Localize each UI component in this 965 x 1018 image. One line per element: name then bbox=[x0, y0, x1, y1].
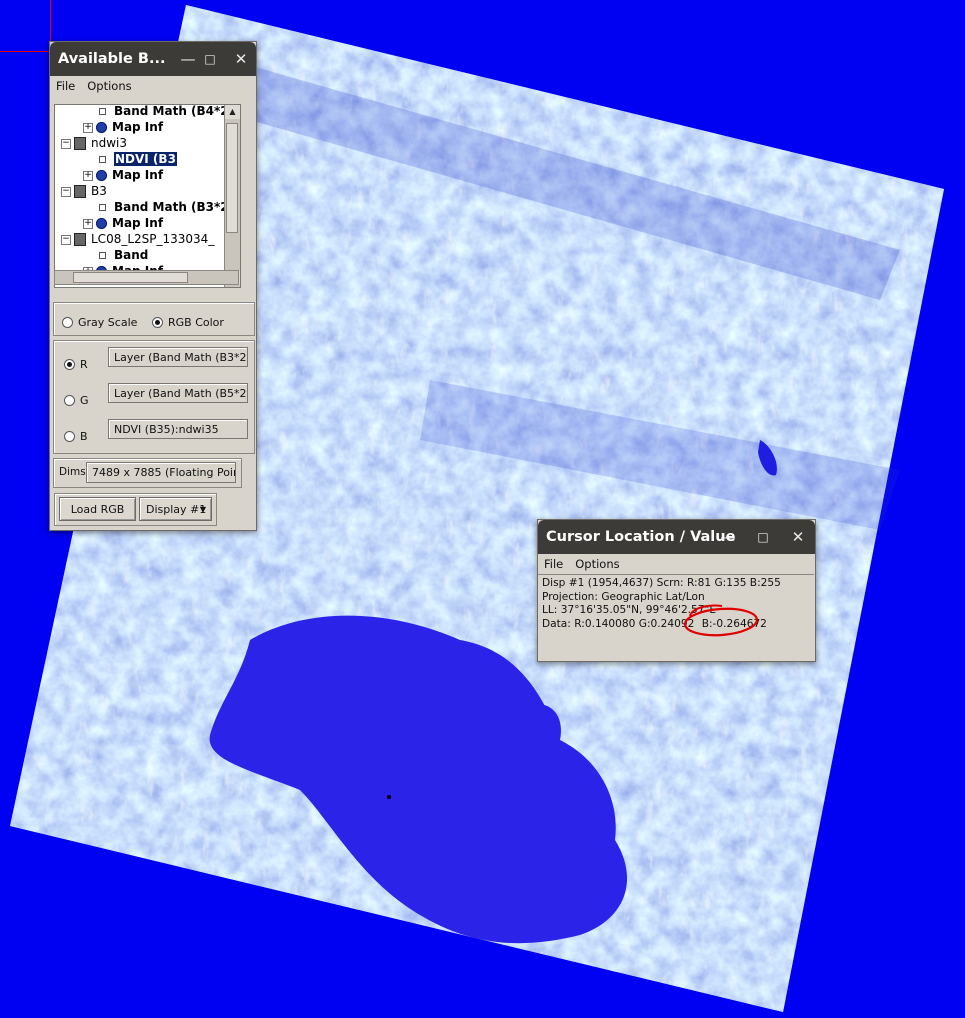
tree-item-ndwi3[interactable]: − ndwi3 bbox=[61, 135, 127, 151]
globe-icon bbox=[96, 218, 107, 229]
cursor-location-window: Cursor Location / Value — □ ✕ File Optio… bbox=[537, 519, 816, 662]
radio-icon bbox=[62, 317, 73, 328]
g-channel-radio[interactable]: G bbox=[64, 390, 89, 409]
tree-vertical-scrollbar[interactable]: ▲ ▼ bbox=[224, 105, 240, 287]
globe-icon bbox=[96, 170, 107, 181]
projection-text: Projection: Geographic Lat/Lon bbox=[542, 590, 705, 603]
load-rgb-button[interactable]: Load RGB bbox=[59, 497, 136, 521]
radio-icon bbox=[64, 359, 75, 370]
display-select[interactable]: Display #1 ▼ bbox=[139, 497, 212, 521]
close-icon[interactable]: ✕ bbox=[231, 49, 251, 69]
band-icon bbox=[99, 252, 106, 259]
rgb-channel-group: R Layer (Band Math (B3*2 G Layer (Band M… bbox=[53, 340, 255, 454]
menu-bar: File Options bbox=[538, 554, 815, 573]
collapse-icon[interactable]: − bbox=[61, 186, 71, 197]
collapse-icon[interactable]: − bbox=[61, 138, 71, 149]
chevron-down-icon: ▼ bbox=[199, 505, 206, 514]
menu-options[interactable]: Options bbox=[81, 79, 137, 93]
scroll-thumb[interactable] bbox=[226, 123, 238, 233]
available-bands-window: Available B... — □ ✕ File Options Band M… bbox=[49, 41, 257, 531]
tree-horizontal-scrollbar[interactable] bbox=[54, 270, 239, 285]
lat-lon-text: LL: 37°16'35.05"N, 99°46'2.57"E bbox=[542, 604, 717, 616]
band-tree[interactable]: Band Math (B4*2e + Map Inf − ndwi3 NDVI (B… bbox=[54, 104, 241, 288]
close-icon[interactable]: ✕ bbox=[788, 527, 808, 547]
data-values: Data: R:0.140080 G:0.24092 B:-0.264672 bbox=[538, 618, 814, 632]
g-channel-field[interactable]: Layer (Band Math (B5*2 bbox=[108, 383, 248, 403]
window-title: Cursor Location / Value bbox=[546, 529, 736, 545]
radio-icon bbox=[64, 431, 75, 442]
band-icon bbox=[99, 204, 106, 211]
maximize-icon[interactable]: □ bbox=[200, 49, 220, 69]
title-bar[interactable]: Cursor Location / Value — □ ✕ bbox=[538, 520, 815, 554]
r-channel-field[interactable]: Layer (Band Math (B3*2 bbox=[108, 347, 248, 367]
gray-scale-radio[interactable]: Gray Scale bbox=[62, 312, 137, 331]
globe-icon bbox=[96, 122, 107, 133]
tree-item-lc08[interactable]: − LC08_L2SP_133034_ bbox=[61, 231, 214, 247]
window-title: Available B... bbox=[58, 51, 166, 67]
data-rg-values: Data: R:0.140080 G:0.24092 bbox=[542, 617, 695, 630]
dims-label: Dims bbox=[59, 466, 86, 478]
dims-group: Dims 7489 x 7885 (Floating Point) bbox=[53, 458, 242, 488]
cursor-info-panel: Disp #1 (1954,4637) Scrn: R:81 G:135 B:2… bbox=[538, 574, 814, 661]
tree-item-b3[interactable]: − B3 bbox=[61, 183, 107, 199]
radio-icon bbox=[64, 395, 75, 406]
file-icon bbox=[74, 233, 86, 246]
file-icon bbox=[74, 137, 86, 150]
scroll-thumb[interactable] bbox=[73, 272, 188, 283]
menu-file[interactable]: File bbox=[538, 557, 569, 571]
rgb-color-radio[interactable]: RGB Color bbox=[152, 312, 224, 331]
tree-item-band[interactable]: Band bbox=[99, 247, 148, 263]
overview-box[interactable] bbox=[0, 0, 51, 52]
expand-icon[interactable]: + bbox=[83, 122, 93, 133]
menu-bar: File Options bbox=[50, 76, 256, 96]
r-channel-radio[interactable]: R bbox=[64, 354, 88, 373]
scroll-up-icon[interactable]: ▲ bbox=[225, 105, 240, 119]
color-mode-group: Gray Scale RGB Color bbox=[53, 302, 255, 336]
collapse-icon[interactable]: − bbox=[61, 234, 71, 245]
title-bar[interactable]: Available B... — □ ✕ bbox=[50, 42, 256, 76]
menu-options[interactable]: Options bbox=[569, 557, 625, 571]
expand-icon[interactable]: + bbox=[83, 218, 93, 229]
menu-file[interactable]: File bbox=[50, 79, 81, 93]
tree-item-ndvi-b3[interactable]: NDVI (B3 bbox=[99, 151, 177, 167]
minimize-icon[interactable]: — bbox=[178, 49, 198, 69]
b-channel-radio[interactable]: B bbox=[64, 426, 88, 445]
tree-item-map-info[interactable]: +Map Inf bbox=[83, 215, 163, 231]
tree-item-band-math-b4[interactable]: Band Math (B4*2e bbox=[99, 105, 237, 119]
file-icon bbox=[74, 185, 86, 198]
data-b-value: B:-0.264672 bbox=[701, 617, 767, 630]
radio-icon bbox=[152, 317, 163, 328]
tree-item-map-info[interactable]: +Map Inf bbox=[83, 119, 163, 135]
minimize-icon[interactable]: — bbox=[718, 527, 738, 547]
dims-value: 7489 x 7885 (Floating Point) bbox=[86, 462, 236, 483]
tree-item-band-math-b3[interactable]: Band Math (B3*2e bbox=[99, 199, 237, 215]
display-select-label: Display #1 bbox=[146, 503, 207, 516]
maximize-icon[interactable]: □ bbox=[753, 527, 773, 547]
tree-item-map-info[interactable]: +Map Inf bbox=[83, 167, 163, 183]
band-icon bbox=[99, 108, 106, 115]
display-coordinates: Disp #1 (1954,4637) Scrn: R:81 G:135 B:2… bbox=[542, 577, 781, 589]
b-channel-field[interactable]: NDVI (B35):ndwi35 bbox=[108, 419, 248, 439]
action-group: Load RGB Display #1 ▼ bbox=[54, 493, 217, 526]
expand-icon[interactable]: + bbox=[83, 170, 93, 181]
band-icon bbox=[99, 156, 106, 163]
